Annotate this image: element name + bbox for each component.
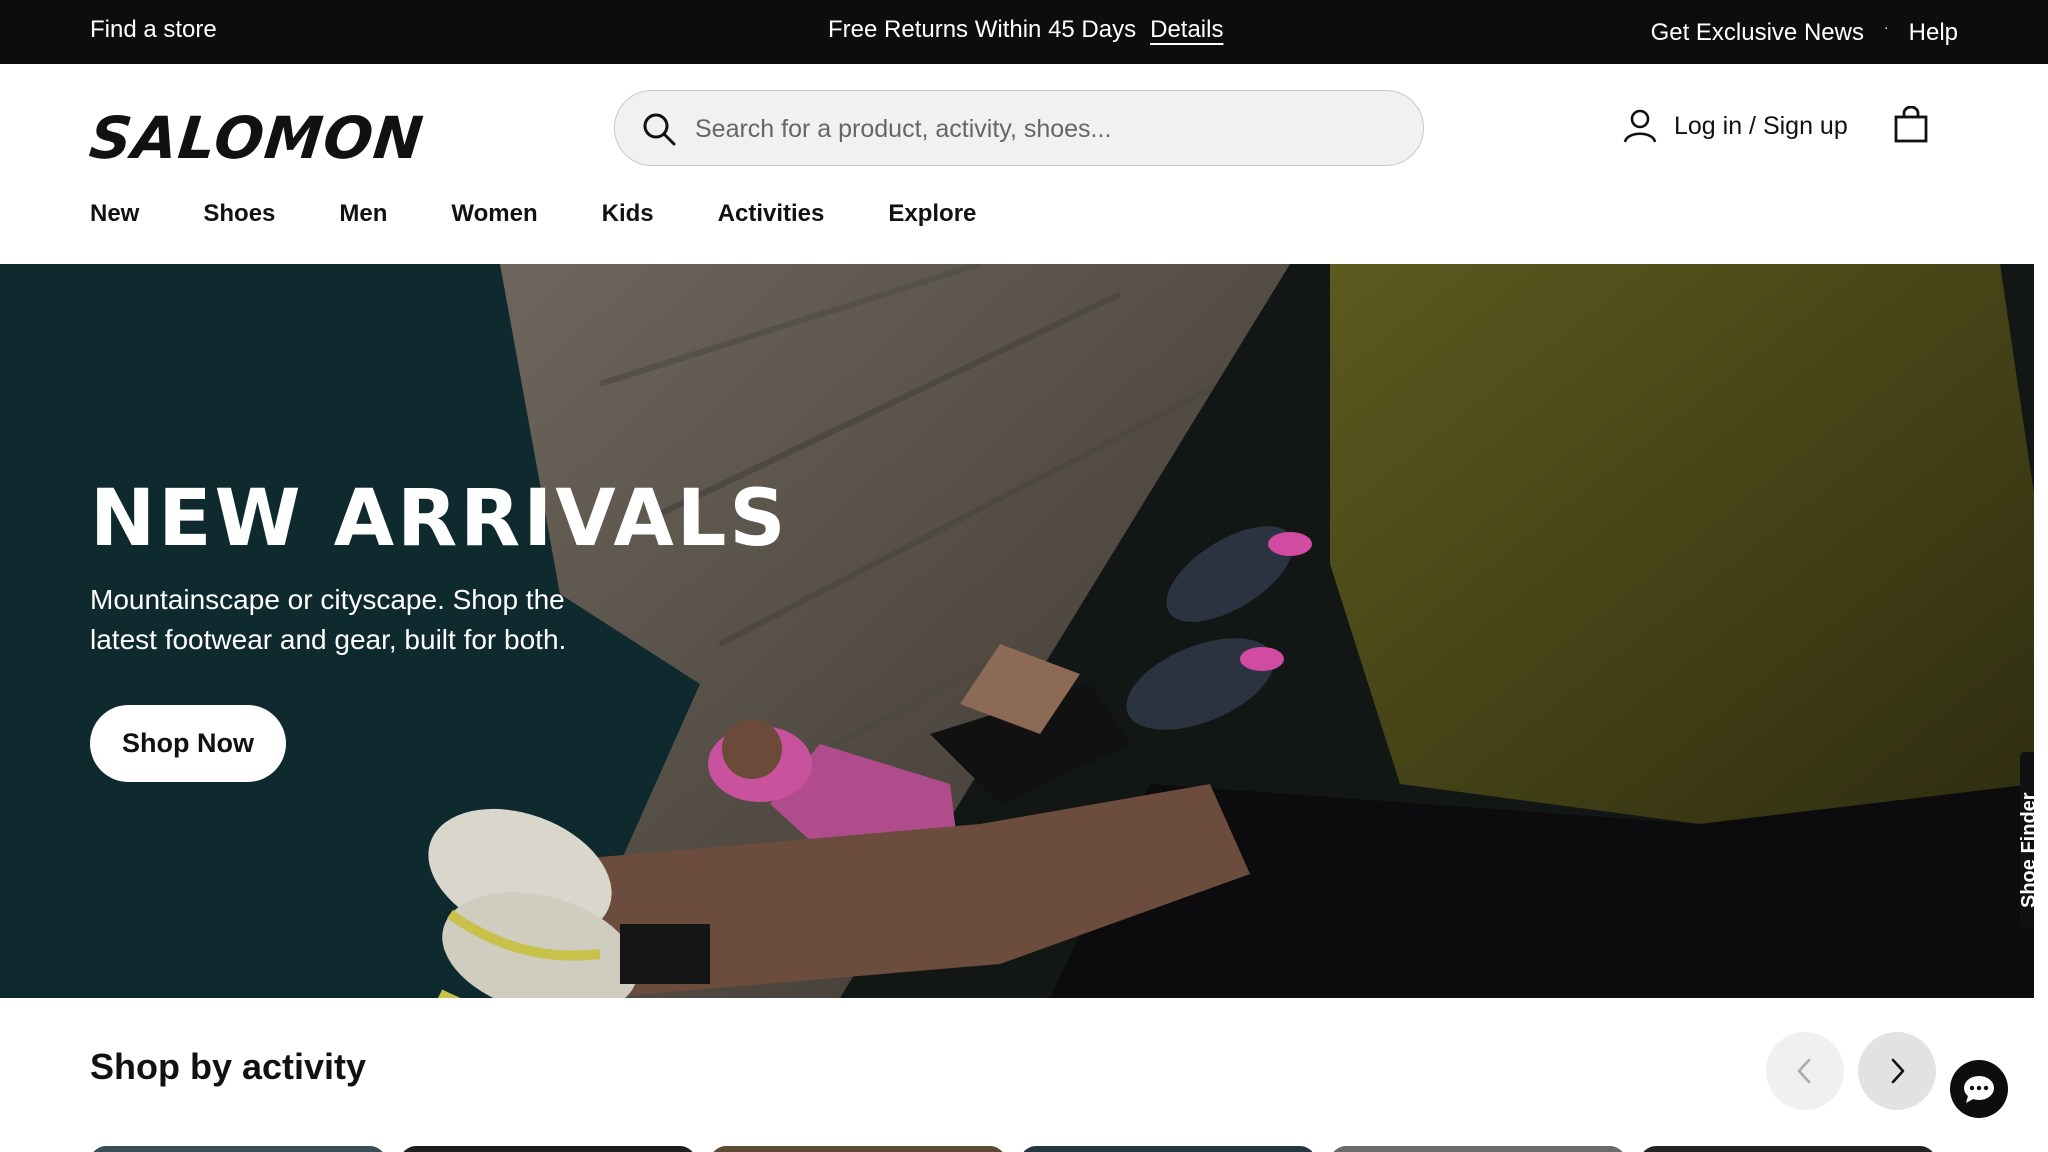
nav-item-explore[interactable]: Explore — [888, 200, 976, 228]
shop-now-button[interactable]: Shop Now — [90, 705, 286, 782]
user-icon — [1623, 109, 1657, 143]
nav-item-new[interactable]: New — [90, 200, 139, 228]
utility-links: Get Exclusive News · Help — [1651, 19, 1958, 47]
promo-text: Free Returns Within 45 Days — [828, 16, 1137, 43]
shoe-finder-tab[interactable]: Shoe Finder — [2020, 752, 2034, 928]
help-link[interactable]: Help — [1909, 19, 1958, 47]
nav-item-women[interactable]: Women — [451, 200, 537, 228]
chevron-left-icon — [1797, 1058, 1811, 1084]
exclusive-news-link[interactable]: Get Exclusive News — [1651, 19, 1864, 47]
activity-card[interactable] — [1330, 1146, 1626, 1152]
section-title: Shop by activity — [90, 1046, 367, 1087]
activity-card-strip — [90, 1146, 1936, 1152]
hero-banner: NEW ARRIVALS Mountainscape or cityscape.… — [0, 264, 2034, 998]
nav-item-men[interactable]: Men — [339, 200, 387, 228]
search-icon[interactable] — [641, 111, 677, 147]
account-label: Log in / Sign up — [1674, 111, 1848, 140]
main-nav: New Shoes Men Women Kids Activities Expl… — [90, 200, 1040, 228]
separator-dot: · — [1883, 19, 1889, 35]
nav-item-kids[interactable]: Kids — [602, 200, 654, 228]
activity-card[interactable] — [1020, 1146, 1316, 1152]
account-link[interactable]: Log in / Sign up — [1622, 108, 1848, 144]
hero-subtitle: Mountainscape or cityscape. Shop the lat… — [90, 584, 567, 655]
chat-icon — [1964, 1076, 1994, 1103]
site-header: SALOMON Log in / Sign up New Shoes Men W… — [0, 64, 2048, 264]
activity-card[interactable] — [400, 1146, 696, 1152]
activity-card[interactable] — [90, 1146, 386, 1152]
search-bar[interactable] — [614, 90, 1424, 166]
activity-card[interactable] — [710, 1146, 1006, 1152]
promo-bar: Find a store Free Returns Within 45 Days… — [0, 0, 2048, 64]
carousel-prev-button[interactable] — [1766, 1032, 1844, 1110]
shoe-finder-label: Shoe Finder — [2020, 792, 2034, 908]
salomon-logo[interactable]: SALOMON — [86, 104, 427, 172]
hero-title: NEW ARRIVALS — [90, 474, 789, 564]
chevron-right-icon — [1891, 1058, 1905, 1084]
promo-message: Free Returns Within 45 Days Details — [828, 16, 1223, 44]
nav-item-activities[interactable]: Activities — [718, 200, 825, 228]
carousel-next-button[interactable] — [1858, 1032, 1936, 1110]
promo-details-link[interactable]: Details — [1150, 16, 1223, 44]
chat-button[interactable] — [1950, 1060, 2008, 1118]
nav-item-shoes[interactable]: Shoes — [203, 200, 275, 228]
search-input[interactable] — [695, 109, 1395, 149]
shopping-bag-icon[interactable] — [1892, 106, 1930, 144]
activity-card[interactable] — [1640, 1146, 1936, 1152]
find-store-link[interactable]: Find a store — [90, 16, 217, 44]
